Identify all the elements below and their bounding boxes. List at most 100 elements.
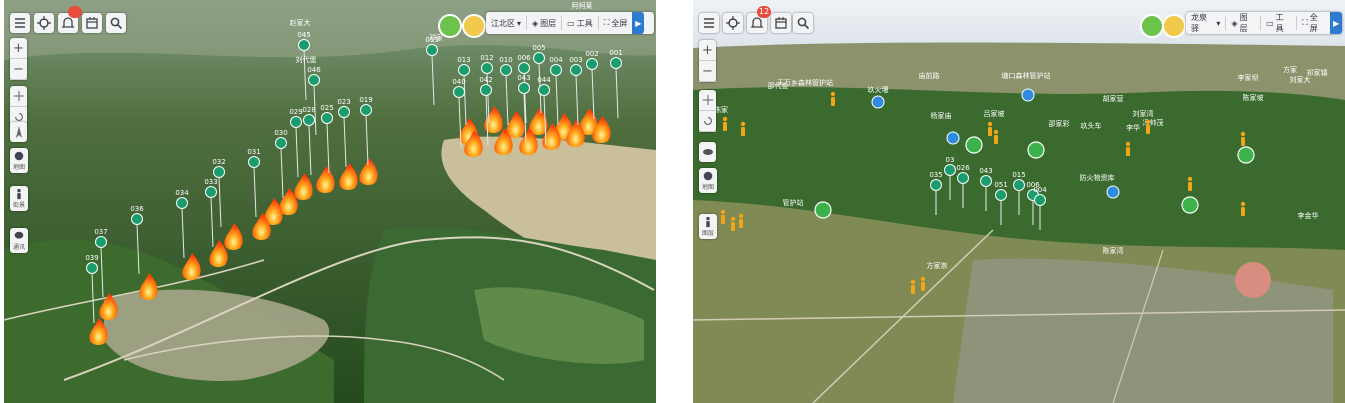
crosshair-icon (726, 16, 740, 30)
person-marker[interactable] (722, 116, 728, 131)
status-indicator[interactable] (1140, 14, 1164, 38)
rotate-button[interactable] (699, 111, 716, 132)
fullscreen-button[interactable]: ⛶ 全屏 (599, 16, 633, 30)
street-view-toggle[interactable]: 街景 (10, 186, 28, 211)
person-marker[interactable] (730, 216, 736, 231)
shelter-marker[interactable] (946, 131, 960, 145)
tower-label: 043 (979, 167, 992, 175)
person-marker[interactable] (1240, 201, 1246, 216)
shelter-marker[interactable] (1106, 185, 1120, 199)
chat-icon (14, 231, 24, 239)
person-marker[interactable] (1125, 141, 1131, 156)
place-label: 李金华 (1298, 211, 1319, 220)
place-label: 陈家湾 (1103, 246, 1124, 255)
calendar-button[interactable] (82, 13, 102, 33)
place-label: 庙前路 (919, 71, 940, 80)
basemap-button[interactable]: ◈ 图层 (1226, 13, 1262, 33)
terrain-map[interactable]: 0010020030040050060100120130150190230250… (4, 0, 656, 403)
status-indicator[interactable] (438, 14, 462, 38)
region-label: 龙泉驿 (1191, 13, 1207, 33)
pan-button[interactable] (699, 90, 716, 111)
locate-button[interactable] (723, 13, 743, 33)
wechat-marker[interactable] (1181, 196, 1199, 214)
wechat-marker[interactable] (965, 136, 983, 154)
shelter-marker[interactable] (871, 95, 885, 109)
place-label: 方家崇 (927, 261, 948, 270)
tools-button[interactable]: ▭ 工具 (562, 16, 599, 30)
toolbox-icon: ▭ (567, 18, 575, 28)
toolbar-expand-button[interactable]: ▶ (632, 12, 645, 34)
person-marker[interactable] (1187, 176, 1193, 191)
place-label: 杨家庙 (931, 111, 952, 120)
map-layer-label: 地图 (12, 164, 25, 171)
zoom-out-button[interactable]: − (10, 59, 27, 80)
menu-button[interactable] (699, 13, 719, 33)
tower-label: 029 (289, 108, 302, 116)
compass-icon (15, 126, 22, 138)
notification-button[interactable] (58, 6, 82, 33)
tower-label: 003 (569, 56, 582, 64)
person-icon (706, 216, 710, 228)
tower-label: 032 (212, 158, 225, 166)
person-marker[interactable] (1145, 119, 1151, 134)
zoom-control: + − (699, 40, 716, 82)
tools-label: 工具 (1275, 13, 1284, 33)
zoom-out-button[interactable]: − (699, 61, 716, 82)
person-marker[interactable] (830, 91, 836, 106)
notification-button[interactable]: 12 (747, 6, 771, 33)
map-layer-toggle[interactable]: 地图 (699, 168, 717, 193)
tower-label: 005 (532, 44, 545, 52)
chat-toggle[interactable]: 通讯 (10, 228, 28, 253)
move-icon (13, 90, 24, 102)
place-label: 刘家湾 (1133, 109, 1154, 118)
place-label: 塘口森林管护站 (1002, 71, 1051, 80)
tower-label: 044 (537, 76, 551, 84)
notification-badge (68, 6, 82, 18)
tower-label: 004 (549, 56, 563, 64)
eye-button[interactable] (699, 142, 716, 162)
person-marker[interactable] (920, 276, 926, 291)
wechat-marker[interactable] (1027, 141, 1045, 159)
shelter-marker[interactable] (1021, 88, 1035, 102)
eye-icon (702, 149, 713, 155)
weather-icon[interactable] (462, 14, 486, 38)
place-label: 玖头车 (1081, 121, 1102, 130)
fullscreen-button[interactable]: ⛶ 全屏 (1297, 13, 1330, 33)
person-marker[interactable] (987, 121, 993, 136)
place-label: 阿柯莱 (572, 1, 593, 10)
person-marker[interactable] (910, 279, 916, 294)
place-label: 玖火堰 (868, 85, 889, 94)
place-label: 李家坝 (1238, 73, 1259, 82)
wechat-marker[interactable] (1237, 146, 1255, 164)
fire-3d-map-right[interactable]: 邵代金 天万乡森林管护站 玖火堰 庙前路 塘口森林管护站 邵家彩 玖头车 李家坝 刘家大 陈家坡胡… (693, 0, 1345, 403)
zoom-in-button[interactable]: + (699, 40, 716, 61)
terrain-map[interactable]: 邵代金天万乡森林管护站玖火堰庙前路 塘口森林管护站邵家彩 玖头车李家坝 刘家大陈家坡胡… (693, 0, 1345, 403)
tower-label: 001 (609, 49, 622, 57)
person-layer-label: 图层 (701, 230, 714, 237)
person-marker[interactable] (720, 209, 726, 224)
menu-button[interactable] (10, 13, 30, 33)
person-layer-toggle[interactable]: 图层 (699, 214, 717, 239)
compass-button[interactable] (10, 122, 27, 142)
map-layer-toggle[interactable]: 地图 (10, 148, 28, 173)
search-button[interactable] (793, 13, 813, 33)
search-button[interactable] (106, 13, 126, 33)
region-select[interactable]: 龙泉驿 ▾ (1186, 13, 1227, 33)
person-marker[interactable] (993, 129, 999, 144)
fire-3d-map-left[interactable]: 001 002 003 004 005 006 010 012 013 015 019 023 025 0… (4, 0, 656, 403)
region-select[interactable]: 江北区 ▾ (486, 16, 528, 30)
weather-icon[interactable] (1162, 14, 1186, 38)
toolbar-expand-button[interactable]: ▶ (1330, 12, 1342, 34)
pan-button[interactable] (10, 86, 27, 107)
wechat-marker[interactable] (814, 201, 832, 219)
person-marker[interactable] (738, 213, 744, 228)
zoom-in-button[interactable]: + (10, 38, 27, 59)
view-control (699, 90, 716, 132)
person-marker[interactable] (740, 121, 746, 136)
basemap-button[interactable]: ◈ 图层 (527, 16, 563, 30)
tools-button[interactable]: ▭ 工具 (1261, 13, 1298, 33)
place-label: 方家 (1283, 65, 1297, 74)
calendar-button[interactable] (771, 13, 791, 33)
locate-button[interactable] (34, 13, 54, 33)
person-marker[interactable] (1240, 131, 1246, 146)
